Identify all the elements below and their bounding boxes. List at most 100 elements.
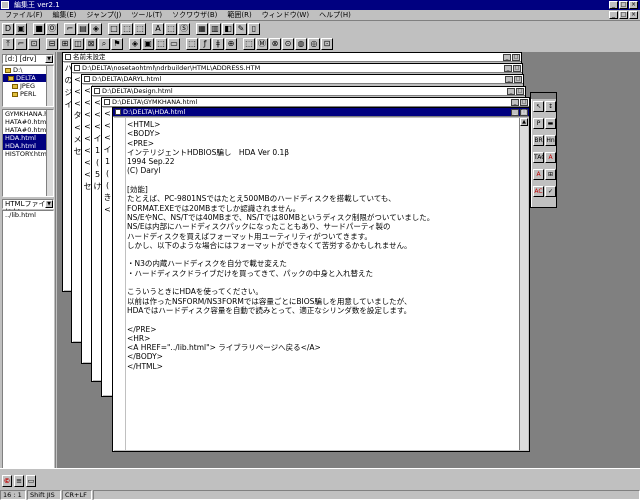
toolbar-button-icon[interactable]: Ⓞ <box>46 23 58 35</box>
window-minimize-button[interactable]: _ <box>505 76 513 83</box>
window-minimize-button[interactable]: _ <box>507 88 515 95</box>
window-maximize-button[interactable]: □ <box>514 76 522 83</box>
menu-help[interactable]: ヘルプ(H) <box>314 10 356 20</box>
minimize-button[interactable]: _ <box>609 1 618 9</box>
chevron-down-icon[interactable]: ▼ <box>45 55 53 63</box>
editor-line[interactable]: </HTML> <box>127 362 517 371</box>
file-list-scrollbar[interactable] <box>46 110 53 196</box>
toolbar-button-icon[interactable]: ▦ <box>196 23 208 35</box>
editor-line[interactable]: </PRE> <box>127 325 517 334</box>
toolbar-button-icon[interactable]: ⌕ <box>98 38 110 50</box>
editor-line[interactable]: 以前は作ったNSFORM/NS3FORMでは容量ごとにBIOS騙しを用意していま… <box>127 297 517 306</box>
editor-line[interactable]: しかし、以下のような場合にはフォーマットができなくて苦労するかもしれません。 <box>127 241 517 250</box>
folder-list-scrollbar[interactable] <box>46 66 53 106</box>
menu-file[interactable]: ファイル(F) <box>0 10 48 20</box>
palette-titlebar[interactable] <box>531 93 556 99</box>
editor-line[interactable]: <PRE> <box>127 139 517 148</box>
palette-tag-button[interactable]: Hn <box>545 135 556 146</box>
toolbar-button-icon[interactable]: ⚑ <box>111 38 123 50</box>
file-type-select[interactable]: HTMLファイル(*.ht ▼ <box>2 199 54 216</box>
editor-line[interactable]: </BODY> <box>127 352 517 361</box>
palette-tag-button[interactable]: ↖ <box>533 101 544 112</box>
toolbar-button-icon[interactable]: ⊕ <box>225 38 237 50</box>
path-list[interactable]: ../lib.html <box>2 210 54 500</box>
toolbar-button-icon[interactable]: ▣ <box>142 38 154 50</box>
maximize-button[interactable]: □ <box>619 1 628 9</box>
toolbar-button-icon[interactable]: ⊠ <box>85 38 97 50</box>
toolbar-button-icon[interactable]: ⬚ <box>165 23 177 35</box>
editor-line[interactable]: ・N3の内蔵ハードディスクを自分で載せ変えた <box>127 259 517 268</box>
chevron-down-icon[interactable]: ▼ <box>45 200 53 208</box>
toolbar-button-icon[interactable]: ⊡ <box>321 38 333 50</box>
app-icon[interactable] <box>1 1 9 9</box>
palette-tag-button[interactable]: A <box>533 169 544 180</box>
editor-line[interactable] <box>127 315 517 324</box>
toolbar-button-icon[interactable]: ⌐ <box>15 38 27 50</box>
toolbar-button-icon[interactable]: ▤ <box>77 23 89 35</box>
palette-tag-button[interactable]: A <box>545 152 556 163</box>
toolbar-button-icon[interactable]: ⬚ <box>243 38 255 50</box>
stop-icon[interactable]: © <box>2 475 12 487</box>
window-maximize-button[interactable]: □ <box>516 88 524 95</box>
editor-line[interactable] <box>127 278 517 287</box>
palette-tag-button[interactable]: TAG <box>533 152 544 163</box>
window-maximize-button[interactable]: □ <box>512 54 520 61</box>
toolbar-button-icon[interactable]: ⊞ <box>59 38 71 50</box>
editor-line[interactable]: こういうときにHDAを使ってください。 <box>127 287 517 296</box>
toolbar-button-icon[interactable]: ⤒ <box>2 38 14 50</box>
toolbar-button-icon[interactable]: □ <box>108 23 120 35</box>
editor-line[interactable]: NS/Eは内部にハードディスクパックになったこともあり、サードパーティ製の <box>127 222 517 231</box>
menu-jump[interactable]: ジャンプ(J) <box>81 10 126 20</box>
scroll-up-arrow-icon[interactable]: ▲ <box>520 118 528 126</box>
toolbar-button-icon[interactable]: ǂ <box>212 38 224 50</box>
menu-edit[interactable]: 編集(E) <box>48 10 82 20</box>
editor-line[interactable]: HDAではハードディスク容量を自動で読みとって、適正なシリンダ数を設定します。 <box>127 306 517 315</box>
palette-tag-button[interactable]: ✓ <box>545 186 556 197</box>
palette-tag-button[interactable]: AC <box>533 186 544 197</box>
path-item[interactable]: ../lib.html <box>3 211 53 219</box>
toolbar-button-icon[interactable]: Ⓜ <box>256 38 268 50</box>
palette-tag-button[interactable]: ⊞ <box>545 169 556 180</box>
toolbar-button-icon[interactable]: ⬚ <box>134 23 146 35</box>
mdi-close-button[interactable]: × <box>629 11 638 19</box>
menu-window[interactable]: ウィンドウ(W) <box>257 10 314 20</box>
editor-line[interactable]: ハードディスクを買えばフォーマット用ユーティリティがついてきます。 <box>127 232 517 241</box>
window-maximize-button[interactable]: □ <box>520 109 528 116</box>
toolbar-button-icon[interactable]: ▥ <box>209 23 221 35</box>
file-list[interactable]: GYMKHANA.html HATA#0.html HATA#0.html HD… <box>2 109 54 197</box>
editor-text[interactable]: <HTML> <BODY> <PRE> インテリジェントHDBIOS騙し HDA Ve… <box>127 120 517 371</box>
list-icon[interactable]: ≡ <box>14 475 24 487</box>
page-icon[interactable]: ▭ <box>26 475 36 487</box>
document-window-hda[interactable]: D:\DELTA\HDA.html _ □ <HTML> <BODY> <PRE> インテ… <box>112 107 530 452</box>
toolbar-button-icon[interactable]: ⊟ <box>46 38 58 50</box>
editor-line[interactable]: <HR> <box>127 334 517 343</box>
toolbar-button-icon[interactable]: ƒ <box>199 38 211 50</box>
toolbar-button-icon[interactable]: ⬚ <box>155 38 167 50</box>
toolbar-button-icon[interactable]: Ⓢ <box>178 23 190 35</box>
menu-tools[interactable]: ツール(T) <box>126 10 167 20</box>
toolbar-button-icon[interactable]: ▯ <box>248 23 260 35</box>
toolbar-button-icon[interactable]: D <box>2 23 14 35</box>
mdi-restore-button[interactable]: □ <box>619 11 628 19</box>
mdi-minimize-button[interactable]: _ <box>609 11 618 19</box>
palette-tag-button[interactable]: ▬ <box>545 118 556 129</box>
toolbar-button-icon[interactable]: ⊡ <box>28 38 40 50</box>
toolbar-button-icon[interactable]: ▭ <box>168 38 180 50</box>
toolbar-button-icon[interactable]: ⌐ <box>64 23 76 35</box>
editor-line[interactable]: (C) Daryl <box>127 166 517 175</box>
window-maximize-button[interactable]: □ <box>520 99 528 106</box>
editor-line[interactable]: <A HREF="../lib.html"> ライブラリページへ戻る</A> <box>127 343 517 352</box>
toolbar-button-icon[interactable]: ◎ <box>308 38 320 50</box>
menu-browser[interactable]: ソクワウザ(B) <box>167 10 222 20</box>
editor-line[interactable]: [効能] <box>127 185 517 194</box>
toolbar-button-icon[interactable]: ◧ <box>222 23 234 35</box>
window-minimize-button[interactable]: _ <box>503 54 511 61</box>
palette-tag-button[interactable]: BR <box>533 135 544 146</box>
editor-line[interactable]: インテリジェントHDBIOS騙し HDA Ver 0.1β <box>127 148 517 157</box>
editor-scrollbar[interactable]: ▲ <box>519 118 528 450</box>
editor-line[interactable]: ・ハードディスクドライブだけを買ってきて、パックの中身と入れ替えた <box>127 269 517 278</box>
toolbar-button-icon[interactable]: ◫ <box>72 38 84 50</box>
window-maximize-button[interactable]: □ <box>513 65 521 72</box>
folder-list[interactable]: D:\ DELTA JPEG PERL <box>2 65 54 107</box>
palette-tag-button[interactable]: ↕ <box>545 101 556 112</box>
